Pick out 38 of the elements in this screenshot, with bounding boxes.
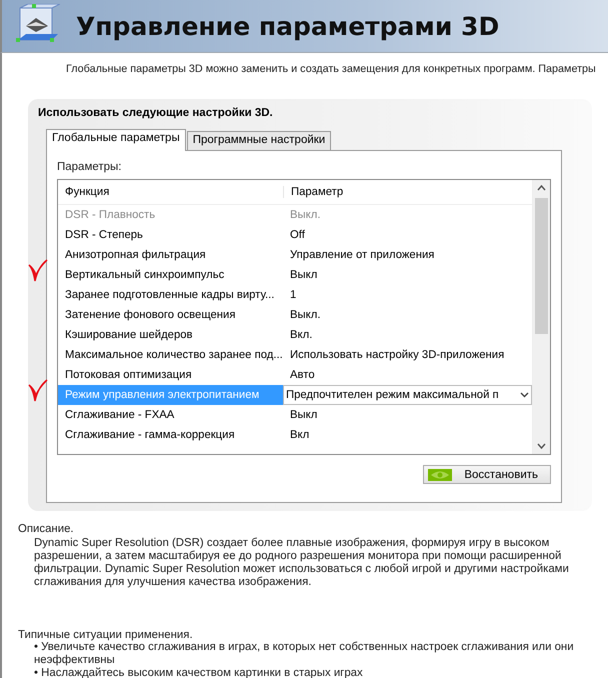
usage-label: Типичные ситуации применения. xyxy=(18,629,194,641)
setting-name[interactable]: Заранее подготовленные кадры вирту... xyxy=(58,289,283,301)
page-title: Управление параметрами 3D xyxy=(76,12,500,40)
setting-name[interactable]: Анизотропная фильтрация xyxy=(58,249,283,261)
usage-item: • Наслаждайтесь высоким качеством картинки в старых играх xyxy=(34,667,364,678)
setting-value: Off xyxy=(289,229,306,241)
setting-name[interactable]: Сглаживание - гамма-коррекция xyxy=(58,429,283,441)
tab[interactable]: Глобальные параметры xyxy=(46,129,186,151)
intro-text: Глобальные параметры 3D можно заменить и создать замещения для конкретных программ. Параметры xyxy=(66,63,596,75)
list-label: Параметры: xyxy=(57,161,122,173)
setting-name[interactable]: Максимальное количество заранее под... xyxy=(58,349,283,361)
setting-value: Выкл xyxy=(289,409,318,421)
setting-name[interactable]: Вертикальный синхроимпульс xyxy=(58,269,283,281)
setting-name[interactable]: Потоковая оптимизация xyxy=(58,369,283,381)
description-label: Описание. xyxy=(18,523,75,535)
setting-name[interactable]: Сглаживание - FXAA xyxy=(58,409,283,421)
restore-button[interactable]: Восстановить xyxy=(423,465,551,484)
tab[interactable]: Программные настройки xyxy=(186,131,332,150)
setting-name[interactable]: DSR - Степерь xyxy=(58,229,283,241)
setting-value: Выкл. xyxy=(289,309,322,321)
setting-value: Выкл. xyxy=(289,209,322,221)
column-header[interactable]: Функция xyxy=(58,186,283,198)
setting-value: Вкл. xyxy=(289,329,314,341)
usage-item: • Увеличьте качество сглаживания в играх, в которых нет собственных настроек сглаживания или они неэффективны xyxy=(34,641,575,667)
setting-value: Использовать настройку 3D-приложения xyxy=(289,349,506,361)
setting-value: Авто xyxy=(289,369,316,381)
eye-logo-icon xyxy=(428,468,452,480)
value-dropdown[interactable]: Предпочтителен режим максимальной п xyxy=(283,385,532,405)
setting-value: 1 xyxy=(289,289,298,301)
scrollbar[interactable] xyxy=(532,180,550,454)
section-heading: Использовать следующие настройки 3D. xyxy=(38,107,274,119)
setting-name[interactable]: Кэширование шейдеров xyxy=(58,329,283,341)
setting-name[interactable]: Затенение фонового освещения xyxy=(58,309,283,321)
setting-value: Выкл xyxy=(289,269,318,281)
chevron-down-icon xyxy=(520,392,529,398)
setting-value: Управление от приложения xyxy=(289,249,436,261)
setting-value: Вкл xyxy=(289,429,310,441)
description-text: Dynamic Super Resolution (DSR) создает более плавные изображения, формируя игру в высоком разрешении, а затем масштабируя ее до родного разрешения монитора при помощи расширенной фильтрации. Dynamic Super Resolution может использоваться с любой игрой и другими настройками сглаживания для улучшения качества изображения. xyxy=(34,537,570,589)
